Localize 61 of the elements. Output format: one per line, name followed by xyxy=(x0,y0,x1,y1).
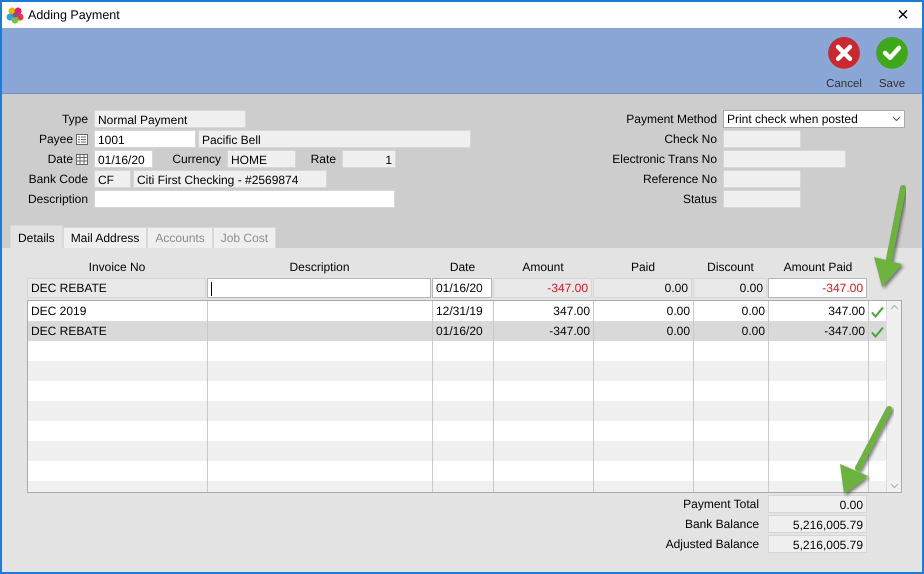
total-field[interactable]: 0.00 xyxy=(768,495,867,513)
field-label: Rate xyxy=(310,151,337,168)
cancel-icon xyxy=(827,36,861,70)
tab[interactable]: Mail Address xyxy=(62,227,148,248)
list-icon[interactable] xyxy=(76,134,88,146)
input-field[interactable]: DEC REBATE xyxy=(27,278,206,298)
field-label: Type xyxy=(62,112,88,126)
field-label: Bank Code xyxy=(28,172,88,186)
scroll-up-icon[interactable] xyxy=(890,304,898,310)
field-label: Payee xyxy=(38,132,73,146)
column-header: Amount Paid xyxy=(782,259,854,276)
rate-field[interactable]: 1 xyxy=(342,150,396,168)
total-label: Payment Total xyxy=(683,496,760,513)
currency-field[interactable]: HOME xyxy=(227,150,296,168)
total-label: Bank Balance xyxy=(684,516,760,533)
field-label: Check No xyxy=(664,132,717,146)
scroll-down-icon[interactable] xyxy=(890,483,898,489)
type-field[interactable]: Normal Payment xyxy=(94,110,246,128)
field-label: Electronic Trans No xyxy=(612,152,717,166)
input-field[interactable] xyxy=(207,278,431,298)
total-field[interactable]: 5,216,005.79 xyxy=(768,515,867,533)
field-label: Currency xyxy=(171,151,222,168)
field-label: Status xyxy=(682,192,717,206)
calendar-icon[interactable] xyxy=(76,154,88,166)
window-title: Adding Payment xyxy=(28,6,120,24)
payee-code-field[interactable]: 1001 xyxy=(94,130,196,148)
field-label: Reference No xyxy=(642,172,717,186)
app-logo-icon xyxy=(6,6,24,24)
input-field[interactable]: 0.00 xyxy=(693,278,767,298)
column-header: Amount xyxy=(521,259,565,276)
input-field[interactable]: -347.00 xyxy=(768,278,867,298)
input-field[interactable]: 01/16/20 xyxy=(432,278,492,298)
input-field[interactable]: 0.00 xyxy=(593,278,692,298)
column-header: Date xyxy=(448,259,476,276)
tab[interactable]: Details xyxy=(10,225,63,248)
date-field[interactable]: 01/16/20 xyxy=(94,150,153,168)
input-field[interactable] xyxy=(723,150,846,168)
bank-name-field[interactable]: Citi First Checking - #2569874 xyxy=(133,170,327,188)
input-field[interactable] xyxy=(723,130,801,148)
input-field[interactable] xyxy=(723,190,801,208)
column-header: Description xyxy=(288,259,351,276)
cancel-button[interactable]: Cancel xyxy=(826,28,862,93)
total-field[interactable]: 5,216,005.79 xyxy=(768,535,867,553)
checkmark-icon xyxy=(875,36,909,70)
field-label: Description xyxy=(28,192,88,206)
payee-name-field[interactable]: Pacific Bell xyxy=(198,130,471,148)
close-button[interactable]: × xyxy=(888,3,918,27)
input-field[interactable]: -347.00 xyxy=(493,278,592,298)
total-label: Adjusted Balance xyxy=(666,536,760,553)
input-field[interactable] xyxy=(723,170,801,188)
bank-code-field[interactable]: CF xyxy=(94,170,131,188)
column-header: Invoice No xyxy=(88,259,146,276)
text-cursor xyxy=(211,282,212,296)
payment-method-dropdown[interactable]: Print check when posted xyxy=(723,110,905,128)
save-button[interactable]: Save xyxy=(874,28,910,93)
field-label: Date xyxy=(48,152,73,166)
column-header: Discount xyxy=(706,259,755,276)
field-label: Payment Method xyxy=(626,112,717,126)
description-field[interactable] xyxy=(94,190,395,208)
column-header: Paid xyxy=(630,259,656,276)
caret-icon xyxy=(892,116,901,122)
